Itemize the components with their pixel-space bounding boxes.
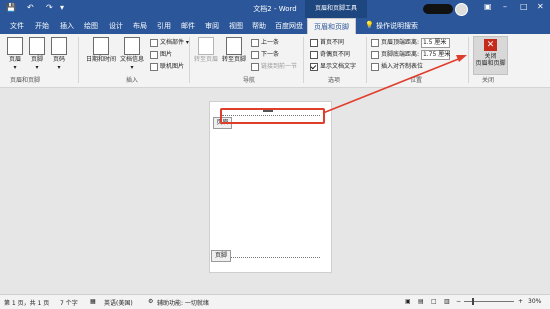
zoom-in-button[interactable]: +	[518, 298, 523, 305]
language[interactable]: 英语(美国)	[104, 298, 133, 307]
accessibility-status[interactable]: 辅助功能: 一切就绪	[157, 298, 209, 307]
zoom-slider-thumb[interactable]	[472, 298, 474, 305]
web-layout-icon[interactable]: ▥	[444, 298, 450, 305]
status-bar: 第 1 页，共 1 页 7 个字 ▦ 英语(美国) ⚙ 辅助功能: 一切就绪 ▣…	[0, 294, 550, 309]
read-mode-icon[interactable]: ▤	[418, 298, 424, 305]
focus-mode-icon[interactable]: ▣	[405, 298, 411, 305]
accessibility-icon: ⚙	[148, 298, 154, 305]
word-count[interactable]: 7 个字	[60, 298, 78, 307]
print-layout-icon[interactable]: □	[431, 298, 437, 305]
zoom-out-button[interactable]: −	[456, 298, 461, 305]
zoom-level[interactable]: 30%	[528, 298, 541, 305]
proofing-icon[interactable]: ▦	[90, 298, 96, 305]
annotation-arrow	[322, 55, 467, 114]
page-count[interactable]: 第 1 页，共 1 页	[4, 298, 49, 307]
